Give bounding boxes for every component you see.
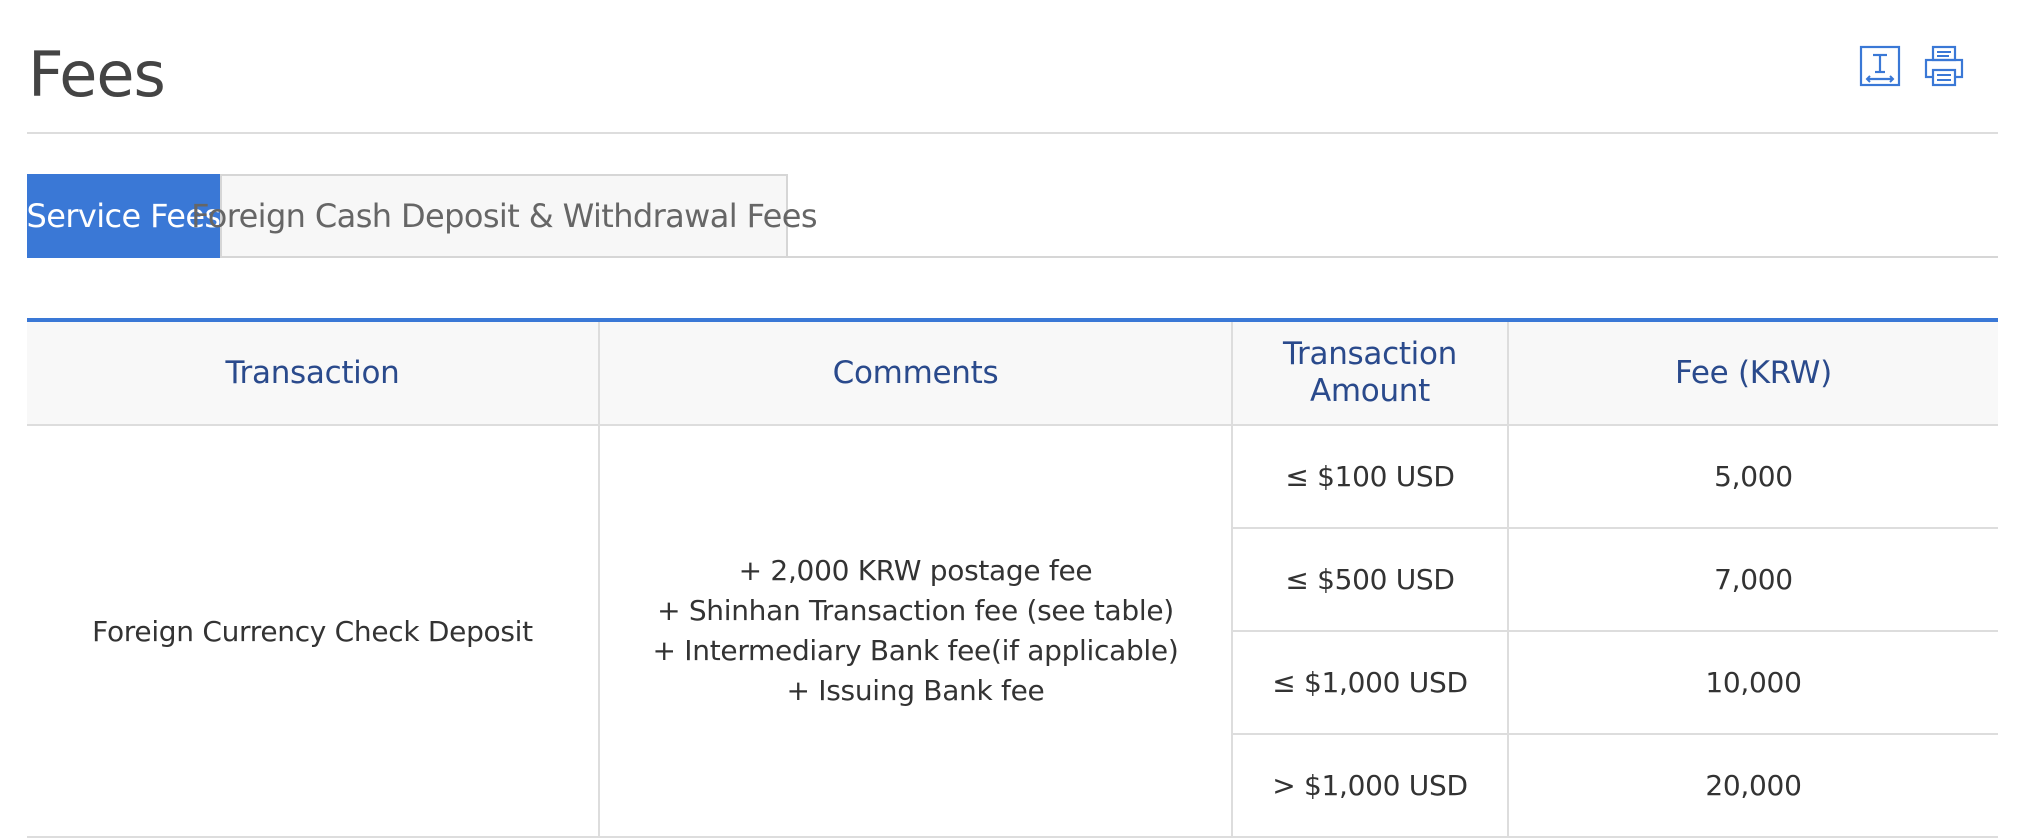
cell-comments: + 2,000 KRW postage fee + Shinhan Transa… (599, 425, 1233, 838)
table-row: Foreign Currency Check Deposit + 2,000 K… (27, 425, 1998, 838)
cell-fee: 5,000 (1508, 425, 1998, 529)
tab-foreign-cash-deposit-withdrawal-fees[interactable]: Foreign Cash Deposit & Withdrawal Fees (191, 174, 818, 258)
header-fee: Fee (KRW) (1508, 320, 1998, 426)
header-comments: Comments (599, 320, 1233, 426)
fees-table: Transaction Comments Transaction Amount … (27, 318, 1998, 838)
cell-fee: 7,000 (1508, 528, 1998, 632)
cell-transaction: Foreign Currency Check Deposit (27, 425, 600, 838)
cell-amount: ≤ $500 USD (1232, 528, 1509, 632)
print-icon[interactable] (1922, 44, 1966, 88)
comment-line: + 2,000 KRW postage fee (738, 554, 1093, 587)
title-divider (27, 132, 1998, 134)
header-amount-line1: Transaction (1282, 336, 1458, 372)
cell-fee: 10,000 (1508, 631, 1998, 735)
header-transaction: Transaction (27, 320, 600, 426)
cell-amount: > $1,000 USD (1232, 734, 1509, 838)
text-size-icon[interactable] (1858, 44, 1902, 88)
header-transaction-amount: Transaction Amount (1232, 320, 1509, 426)
comment-line: + Issuing Bank fee (786, 674, 1045, 707)
header-amount-line2: Amount (1309, 373, 1431, 409)
table-header-row: Transaction Comments Transaction Amount … (27, 320, 1998, 426)
cell-amount: ≤ $1,000 USD (1232, 631, 1509, 735)
cell-fee: 20,000 (1508, 734, 1998, 838)
page-title: Fees (28, 38, 166, 111)
tab-bar: Service Fees Foreign Cash Deposit & With… (27, 174, 818, 260)
tabs-divider (787, 256, 1998, 258)
cell-amount: ≤ $100 USD (1232, 425, 1509, 529)
comment-line: + Shinhan Transaction fee (see table) (657, 594, 1174, 627)
comment-line: + Intermediary Bank fee(if applicable) (652, 634, 1179, 667)
